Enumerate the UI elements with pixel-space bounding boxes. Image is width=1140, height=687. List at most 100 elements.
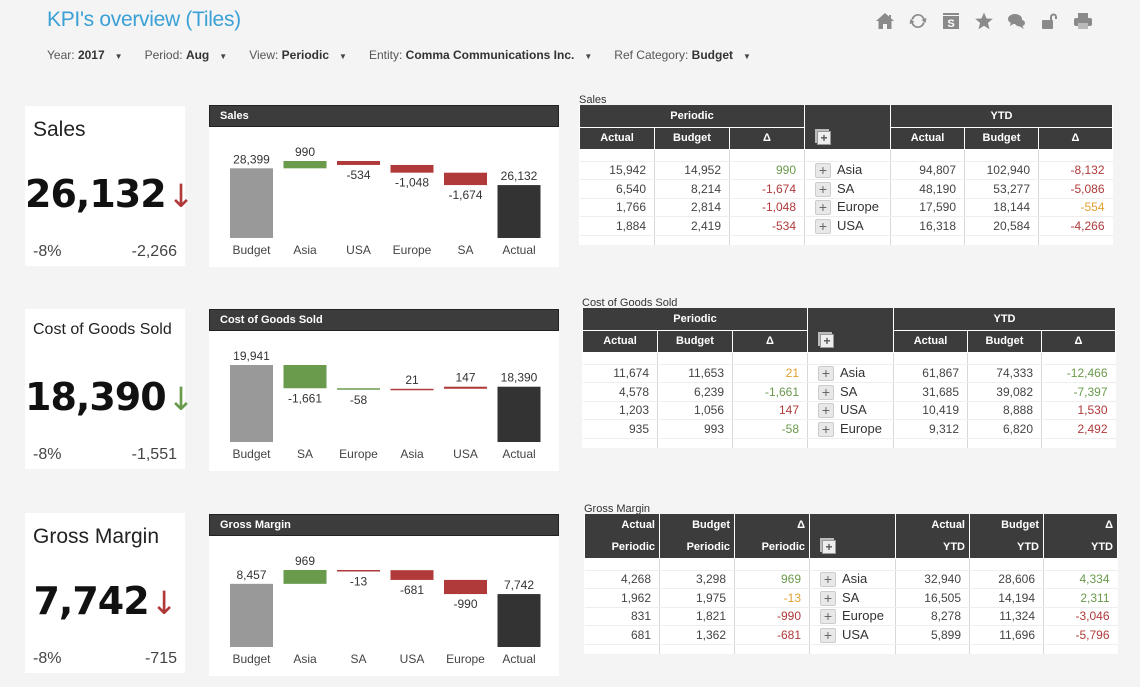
home-icon[interactable] <box>868 10 901 32</box>
col-header-delta[interactable]: Δ <box>1041 330 1116 353</box>
data-label: 28,399 <box>233 152 270 166</box>
col-header-actual[interactable]: Actual <box>579 127 655 150</box>
col-header-budget[interactable]: Budget <box>659 514 735 536</box>
cell-ytd-delta: -7,397 <box>1041 382 1116 402</box>
expand-row-icon[interactable]: + <box>820 627 836 643</box>
col-header-actual[interactable]: Actual <box>584 514 660 536</box>
expand-row-icon[interactable]: + <box>815 200 831 216</box>
expand-row-icon[interactable]: + <box>820 609 836 625</box>
table-row[interactable]: 1,203 1,056 147 + USA 10,419 8,888 1,530 <box>582 401 1116 420</box>
expand-row-icon[interactable]: + <box>815 163 831 179</box>
comments-icon[interactable] <box>1000 10 1033 32</box>
bar-asia[interactable] <box>283 161 327 169</box>
expand-row-icon[interactable]: + <box>818 366 834 382</box>
expand-row-icon[interactable]: + <box>818 384 834 400</box>
col-subheader: Periodic <box>734 536 810 559</box>
kpi-tile-cogs[interactable]: Cost of Goods Sold 18,390↓ -8% -1,551 <box>25 309 194 469</box>
cell-ytd-actual: 10,419 <box>893 401 968 420</box>
col-header-actual[interactable]: Actual <box>895 514 970 536</box>
bar-sa[interactable] <box>337 570 380 572</box>
expand-all-icon[interactable]: + <box>817 130 831 145</box>
row-label: USA <box>837 217 864 233</box>
arrow-down-icon: ↓ <box>167 177 195 215</box>
col-header-delta[interactable]: Δ <box>1038 127 1113 150</box>
bar-europe[interactable] <box>444 579 487 595</box>
bar-asia[interactable] <box>390 388 434 391</box>
filter-entity[interactable]: Entity: Comma Communications Inc. ▼ <box>369 48 592 62</box>
chart-title: Sales <box>209 105 559 127</box>
cell-ytd-budget: 14,194 <box>969 588 1044 608</box>
expand-row-icon[interactable]: + <box>818 421 834 437</box>
kpi-tile-sales[interactable]: Sales 26,132↓ -8% -2,266 <box>25 106 194 266</box>
filter-view[interactable]: View: Periodic ▼ <box>249 48 347 62</box>
kpi-value: 26,132↓ <box>25 172 194 216</box>
col-header-delta[interactable]: Δ <box>1043 514 1118 536</box>
expand-all-icon[interactable]: + <box>822 539 836 554</box>
table-row[interactable]: 1,962 1,975 -13 + SA 16,505 14,194 2,311 <box>584 588 1118 608</box>
bar-usa[interactable] <box>444 386 487 389</box>
table-row[interactable]: 4,268 3,298 969 + Asia 32,940 28,606 4,33… <box>584 570 1118 589</box>
bar-sa[interactable] <box>283 365 327 389</box>
print-icon[interactable] <box>1066 10 1099 32</box>
table-row[interactable]: 4,578 6,239 -1,661 + SA 31,685 39,082 -7,… <box>582 382 1116 402</box>
bar-actual[interactable] <box>497 594 541 647</box>
table-row[interactable]: 1,884 2,419 -534 + USA 16,318 20,584 -4,2… <box>579 216 1113 236</box>
col-header-delta[interactable]: Δ <box>734 514 810 536</box>
bar-budget[interactable] <box>230 168 273 238</box>
expand-row-icon[interactable]: + <box>815 218 831 234</box>
expand-row-icon[interactable]: + <box>820 590 836 606</box>
data-label: -1,048 <box>395 176 429 190</box>
data-label: 8,457 <box>236 568 266 582</box>
expand-row-icon[interactable]: + <box>815 181 831 197</box>
expand-row-icon[interactable]: + <box>818 403 834 419</box>
col-header-budget[interactable]: Budget <box>657 330 733 353</box>
bar-europe[interactable] <box>390 164 434 173</box>
cell-periodic-delta: 990 <box>729 161 805 180</box>
table-row[interactable]: 11,674 11,653 21 + Asia 61,867 74,333 -12… <box>582 364 1116 383</box>
col-header-delta[interactable]: Δ <box>732 330 808 353</box>
bar-budget[interactable] <box>230 583 273 647</box>
cell-periodic-delta: 21 <box>732 364 808 383</box>
table-row[interactable]: 831 1,821 -990 + Europe 8,278 11,324 -3,0… <box>584 607 1118 626</box>
bar-sa[interactable] <box>444 172 487 186</box>
table-row[interactable]: 935 993 -58 + Europe 9,312 6,820 2,492 <box>582 419 1116 439</box>
unlock-icon[interactable] <box>1033 10 1066 32</box>
col-header-budget[interactable]: Budget <box>964 127 1039 150</box>
cell-periodic-budget: 11,653 <box>657 364 733 383</box>
bar-budget[interactable] <box>230 365 273 442</box>
bar-usa[interactable] <box>390 570 434 580</box>
table-row[interactable]: 6,540 8,214 -1,674 + SA 48,190 53,277 -5,… <box>579 179 1113 199</box>
cell-ytd-delta: -5,796 <box>1043 625 1118 645</box>
col-header-actual[interactable]: Actual <box>890 127 965 150</box>
table-row[interactable]: 15,942 14,952 990 + Asia 94,807 102,940 -… <box>579 161 1113 180</box>
bar-europe[interactable] <box>337 388 380 390</box>
expand-row-icon[interactable]: + <box>820 572 836 588</box>
filter-period[interactable]: Period: Aug ▼ <box>145 48 228 62</box>
bar-actual[interactable] <box>497 185 541 238</box>
col-header-actual[interactable]: Actual <box>582 330 658 353</box>
arrow-down-icon: ↓ <box>167 380 195 418</box>
col-header-actual[interactable]: Actual <box>893 330 968 353</box>
refresh-icon[interactable] <box>901 10 934 32</box>
s-icon[interactable]: S <box>934 10 967 32</box>
data-label: 21 <box>405 373 419 387</box>
category-label: Budget <box>232 447 271 461</box>
bar-actual[interactable] <box>497 386 541 442</box>
star-icon[interactable] <box>967 10 1000 32</box>
filter-ref-category[interactable]: Ref Category: Budget ▼ <box>614 48 751 62</box>
kpi-tile-gross-margin[interactable]: Gross Margin 7,742↓ -8% -715 <box>25 513 185 673</box>
col-header-budget[interactable]: Budget <box>654 127 730 150</box>
col-header-delta[interactable]: Δ <box>729 127 805 150</box>
col-header-budget[interactable]: Budget <box>969 514 1044 536</box>
kpi-difference: -2,266 <box>131 243 177 260</box>
kpi-name: Cost of Goods Sold <box>33 321 172 338</box>
table-row[interactable]: 681 1,362 -681 + USA 5,899 11,696 -5,796 <box>584 625 1118 645</box>
filter-year[interactable]: Year: 2017 ▼ <box>47 48 123 62</box>
bar-usa[interactable] <box>337 161 380 165</box>
cell-ytd-budget: 74,333 <box>967 364 1042 383</box>
col-header-budget[interactable]: Budget <box>967 330 1042 353</box>
bar-asia[interactable] <box>283 570 327 584</box>
cell-periodic-delta: -58 <box>732 419 808 439</box>
expand-all-icon[interactable]: + <box>820 333 834 348</box>
table-row[interactable]: 1,766 2,814 -1,048 + Europe 17,590 18,144… <box>579 198 1113 217</box>
